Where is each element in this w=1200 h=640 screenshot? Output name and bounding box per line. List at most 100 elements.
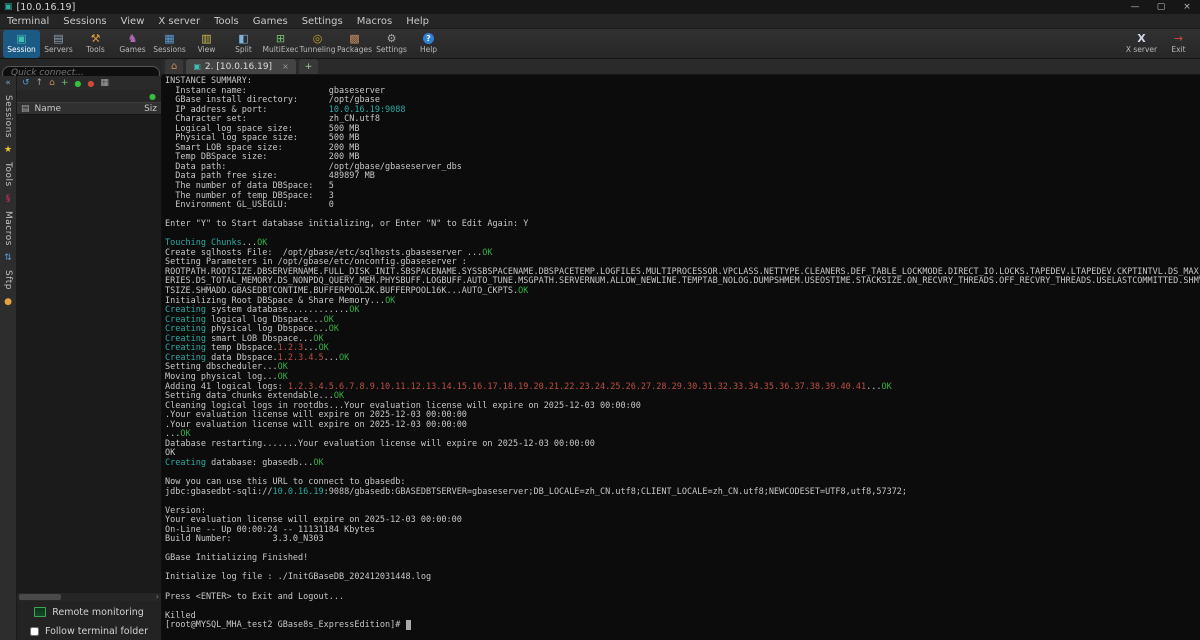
menu-tools[interactable]: Tools	[207, 14, 246, 29]
side-tab-macros[interactable]: Macros	[3, 211, 13, 246]
split-icon: ◧	[238, 32, 249, 45]
toolbar-view-button[interactable]: ▥ View	[188, 30, 225, 58]
scroll-right-icon[interactable]: ›	[156, 593, 159, 601]
toolbar-multiexec-label: MultiExec	[262, 45, 299, 54]
terminal-line: GBase Initializing Finished!	[165, 553, 309, 564]
toolbar-exit-button[interactable]: → Exit	[1160, 30, 1197, 58]
quick-connect-bar	[0, 59, 162, 81]
refresh-icon[interactable]: ↺	[22, 78, 30, 88]
terminal-line: Creating data Dbspace.1.2.3.4.5...OK	[165, 352, 350, 363]
menu-view[interactable]: View	[114, 14, 152, 29]
menu-xserver[interactable]: X server	[151, 14, 207, 29]
scrollbar-thumb[interactable]	[19, 594, 61, 600]
help-icon: ?	[423, 33, 434, 44]
packages-icon: ▩	[349, 32, 360, 45]
toolbar-sessions-button[interactable]: ▦ Sessions	[151, 30, 188, 58]
menu-sessions[interactable]: Sessions	[56, 14, 113, 29]
terminal-line: Environment GL_USEGLU: 0	[165, 200, 334, 211]
remote-monitoring-icon	[34, 607, 47, 617]
view-grid-icon[interactable]: ▦	[100, 78, 109, 88]
toolbar-multiexec-button[interactable]: ⊞ MultiExec	[262, 30, 299, 58]
toolbar-settings-button[interactable]: ⚙ Settings	[373, 30, 410, 58]
home-dir-icon[interactable]: ⌂	[49, 78, 55, 88]
favorites-star-icon[interactable]: ★	[4, 145, 12, 155]
toolbar-games-label: Games	[119, 45, 146, 54]
collapse-sidebar-icon[interactable]: «	[5, 78, 11, 88]
menu-bar: Terminal Sessions View X server Tools Ga…	[0, 14, 1200, 29]
main-area: « Sessions ★ Tools § Macros ⇅ Sftp ● ↺ ↑…	[0, 59, 1200, 640]
follow-terminal-folder-row: Follow terminal folder	[17, 623, 161, 640]
sftp-status-row: ●	[17, 90, 161, 102]
side-tab-sessions[interactable]: Sessions	[3, 95, 13, 138]
file-list-area[interactable]	[17, 115, 161, 592]
tab-session-active[interactable]: ▣ 2. [10.0.16.19] ×	[186, 59, 296, 74]
toolbar-split-button[interactable]: ◧ Split	[225, 30, 262, 58]
games-icon: ♞	[127, 32, 138, 45]
tab-new[interactable]: +	[298, 59, 319, 74]
tunneling-icon: ◎	[312, 32, 323, 45]
terminal-line: Setting dbscheduler...OK	[165, 362, 288, 373]
terminal-line: Press <ENTER> to Exit and Logout...	[165, 591, 345, 602]
parent-dir-icon[interactable]: ↑	[36, 78, 44, 88]
toolbar-tunneling-button[interactable]: ◎ Tunneling	[299, 30, 336, 58]
sftp-toolbar: ↺ ↑ ⌂ + ● ● ▦	[17, 76, 161, 90]
maximize-button[interactable]: ▢	[1148, 0, 1174, 14]
toolbar-xserver-button[interactable]: X X server	[1123, 30, 1160, 58]
toolbar: ▣ Session ▤ Servers ⚒ Tools ♞ Games ▦ Se…	[0, 29, 1200, 59]
remote-monitoring-button[interactable]: Remote monitoring	[17, 601, 161, 623]
side-tab-strip: « Sessions ★ Tools § Macros ⇅ Sftp ●	[0, 76, 17, 640]
new-folder-icon[interactable]: +	[61, 78, 69, 88]
minimize-button[interactable]: —	[1122, 0, 1148, 14]
multiexec-icon: ⊞	[275, 32, 286, 45]
tab-close-icon[interactable]: ×	[282, 62, 289, 71]
view-icon: ▥	[201, 32, 212, 45]
connection-indicator-icon: ●	[149, 91, 156, 101]
remote-monitoring-label: Remote monitoring	[52, 606, 144, 618]
terminal-line: jdbc:gbasedbt-sqli://10.0.16.19:9088/gba…	[165, 486, 908, 497]
menu-help[interactable]: Help	[399, 14, 436, 29]
side-tab-sftp[interactable]: Sftp	[3, 270, 13, 290]
toolbar-tools-label: Tools	[86, 45, 105, 54]
tab-home[interactable]: ⌂	[165, 59, 184, 74]
follow-terminal-folder-checkbox[interactable]	[29, 627, 39, 636]
terminal-line: Initialize log file : ./InitGBaseDB_2024…	[165, 572, 432, 583]
window-title: [10.0.16.19]	[16, 1, 76, 13]
toolbar-session-button[interactable]: ▣ Session	[3, 29, 40, 58]
tools-icon: ⚒	[90, 32, 101, 45]
home-icon: ⌂	[171, 61, 178, 72]
content-area: ⌂ ▣ 2. [10.0.16.19] × + INSTANCE SUMMARY…	[162, 59, 1200, 640]
file-list-header[interactable]: ▤ Name Siz	[17, 102, 161, 115]
menu-terminal[interactable]: Terminal	[0, 14, 56, 29]
menu-macros[interactable]: Macros	[350, 14, 399, 29]
sftp-browser-panel: ↺ ↑ ⌂ + ● ● ▦ ● ▤ Name Siz › Remote moni…	[17, 76, 162, 640]
toolbar-exit-label: Exit	[1171, 45, 1186, 54]
side-tab-tools[interactable]: Tools	[3, 162, 13, 187]
menu-settings[interactable]: Settings	[295, 14, 350, 29]
toolbar-servers-button[interactable]: ▤ Servers	[40, 30, 77, 58]
toolbar-view-label: View	[197, 45, 216, 54]
terminal-line: Enter "Y" to Start database initializing…	[165, 219, 529, 230]
terminal-output[interactable]: INSTANCE SUMMARY: Instance name: gbasese…	[162, 75, 1200, 640]
toolbar-games-button[interactable]: ♞ Games	[114, 30, 151, 58]
macros-icon[interactable]: §	[6, 194, 11, 204]
horizontal-scrollbar[interactable]: ›	[17, 592, 161, 601]
close-button[interactable]: ×	[1174, 0, 1200, 14]
terminal-line: .Your evaluation license will expire on …	[165, 419, 467, 430]
toolbar-help-button[interactable]: ? Help	[410, 30, 447, 58]
sftp-icon[interactable]: ⇅	[4, 253, 12, 263]
disconnect-icon[interactable]: ●	[87, 79, 94, 88]
name-column-header[interactable]: Name	[35, 104, 62, 114]
size-column-header[interactable]: Siz	[144, 104, 157, 114]
exit-icon: →	[1173, 32, 1184, 45]
list-icon: ▤	[21, 103, 30, 114]
toolbar-packages-button[interactable]: ▩ Packages	[336, 30, 373, 58]
title-bar: ▣ [10.0.16.19] — ▢ ×	[0, 0, 1200, 14]
menu-games[interactable]: Games	[246, 14, 295, 29]
connect-status-icon[interactable]: ●	[74, 79, 81, 88]
toolbar-tools-button[interactable]: ⚒ Tools	[77, 30, 114, 58]
session-icon: ▣	[16, 32, 27, 45]
status-dot-icon: ●	[4, 296, 12, 307]
servers-icon: ▤	[53, 32, 64, 45]
